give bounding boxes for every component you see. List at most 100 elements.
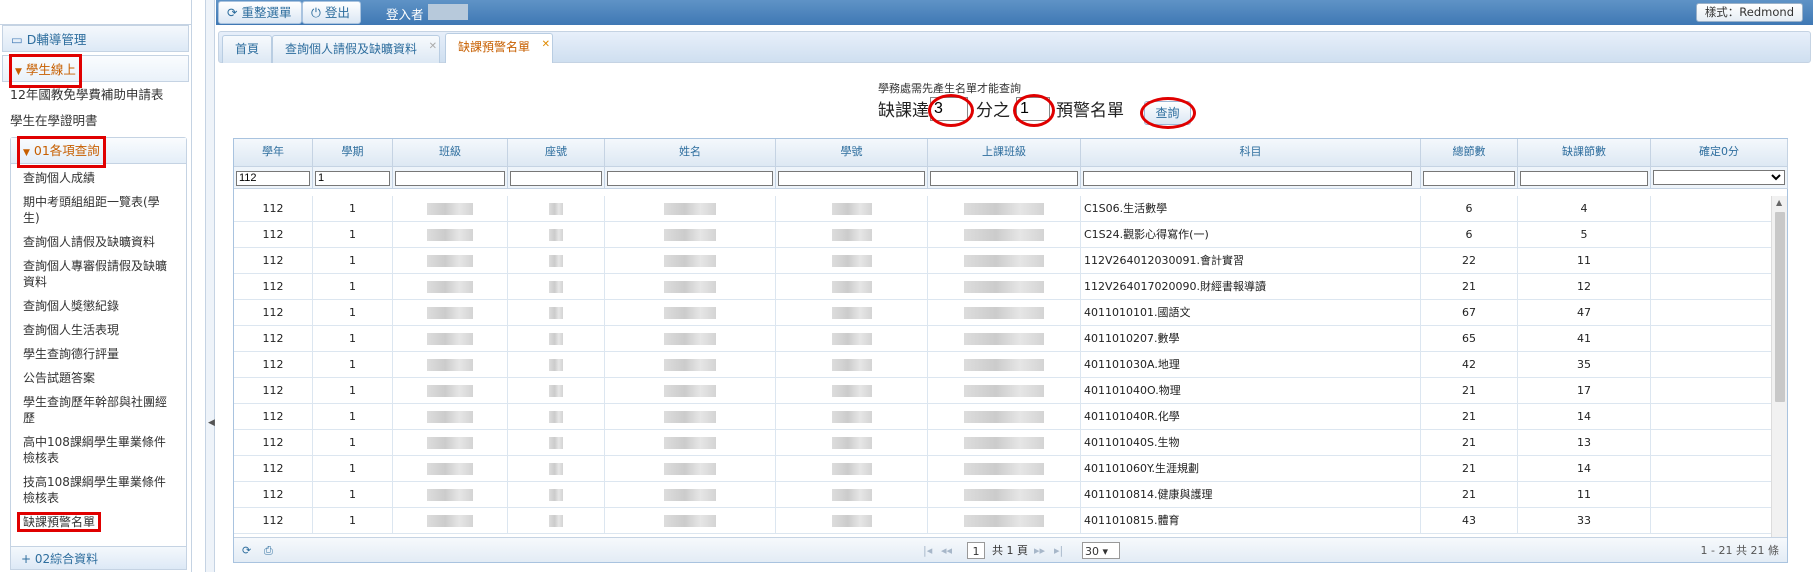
tab-leave-records-label: 查詢個人請假及缺曠資料	[285, 42, 418, 56]
scroll-thumb[interactable]	[1775, 212, 1785, 402]
tab-leave-records[interactable]: 查詢個人請假及缺曠資料 ✕	[272, 34, 441, 63]
cell-name	[605, 508, 776, 534]
page-size-select[interactable]: 30 ▾	[1082, 542, 1120, 559]
filter-name-input[interactable]	[607, 170, 773, 186]
sidebar-submenu-item[interactable]: 學生查詢歷年幹部與社團經歷	[11, 390, 186, 430]
cell-class	[393, 378, 508, 404]
cell-name	[605, 352, 776, 378]
filter-zero-score-select[interactable]	[1653, 170, 1785, 185]
column-header-course-class[interactable]: 上課班級	[928, 139, 1081, 167]
grid-header: 學年 學期 班級 座號 姓名 學號 上課班級 科目 總節數 缺課節數 確定0分	[234, 139, 1788, 167]
style-selector[interactable]: 樣式：Redmond	[1695, 3, 1803, 22]
highlight-circle	[928, 94, 974, 127]
sidebar-submenu-item[interactable]: 公告試題答案	[11, 366, 186, 390]
reset-menu-button[interactable]: ⟳ 重整選單	[218, 1, 303, 24]
redacted-value	[964, 281, 1044, 293]
table-row[interactable]: 112 1 401101030A.地理 42 35	[234, 352, 1771, 378]
next-page-icon[interactable]: ▸▸	[1034, 542, 1045, 559]
cell-student-id	[776, 404, 928, 430]
column-header-student-id[interactable]: 學號	[776, 139, 928, 167]
sidebar-submenu-item[interactable]: 期中考頭組組距一覽表(學生)	[11, 190, 186, 230]
table-row[interactable]: 112 1 112V264012030091.會計實習 22 11	[234, 248, 1771, 274]
table-row[interactable]: 112 1 C1S06.生活數學 6 4	[234, 196, 1771, 222]
filter-seat-input[interactable]	[510, 170, 602, 186]
cell-class	[393, 352, 508, 378]
close-icon[interactable]: ✕	[542, 32, 550, 58]
tab-absence-warning[interactable]: 缺課預警名單 ✕	[445, 32, 554, 63]
filter-course-class-input[interactable]	[930, 170, 1078, 186]
column-header-class[interactable]: 班級	[393, 139, 508, 167]
cell-student-id	[776, 300, 928, 326]
sidebar-submenu-header[interactable]: ▼ 01各項查詢	[11, 136, 186, 168]
sidebar-submenu-item[interactable]: 技高108課綱學生畢業條件檢核表	[11, 470, 186, 510]
cell-student-id	[776, 274, 928, 300]
table-row[interactable]: 112 1 4011010815.體育 43 33	[234, 508, 1771, 534]
sidebar-splitter[interactable]: ◀	[205, 0, 215, 572]
sidebar-submenu-item[interactable]: 查詢個人成績	[11, 164, 186, 190]
table-row[interactable]: 112 1 C1S24.觀影心得寫作(一) 6 5	[234, 222, 1771, 248]
filter-semester-input[interactable]	[315, 170, 390, 186]
sidebar-item-enrollment[interactable]: 學生在學證明書	[0, 108, 191, 134]
redacted-value	[664, 229, 716, 241]
filter-total-input[interactable]	[1423, 170, 1515, 186]
column-header-semester[interactable]: 學期	[313, 139, 393, 167]
sidebar-submenu-item[interactable]: 查詢個人專審假請假及缺曠資料	[11, 254, 186, 294]
tab-home[interactable]: 首頁	[222, 35, 273, 63]
cell-zero-score	[1651, 352, 1771, 378]
table-row[interactable]: 112 1 401101040O.物理 21 17	[234, 378, 1771, 404]
column-header-total-periods[interactable]: 總節數	[1421, 139, 1518, 167]
column-header-year[interactable]: 學年	[234, 139, 313, 167]
print-icon[interactable]: ⎙	[264, 542, 273, 559]
cell-absent: 41	[1518, 326, 1651, 352]
table-row[interactable]: 112 1 112V264017020090.財經書報導讀 21 12	[234, 274, 1771, 300]
column-header-seat[interactable]: 座號	[508, 139, 605, 167]
filter-student-id-input[interactable]	[778, 170, 925, 186]
logout-button[interactable]: ⏻ 登出	[302, 1, 361, 24]
table-row[interactable]: 112 1 401101040S.生物 21 13	[234, 430, 1771, 456]
cell-class	[393, 274, 508, 300]
redacted-value	[427, 203, 473, 215]
sidebar-submenu-item-absence-warning[interactable]: 缺課預警名單	[11, 510, 186, 534]
table-row[interactable]: 112 1 401101060Y.生涯規劃 21 14	[234, 456, 1771, 482]
prev-page-icon[interactable]: ◂◂	[941, 542, 952, 559]
grid-scrollbar[interactable]: ▲	[1771, 196, 1787, 538]
filter-absent-input[interactable]	[1520, 170, 1648, 186]
sidebar-submenu-item[interactable]: 查詢個人請假及缺曠資料	[11, 230, 186, 254]
cell-total: 21	[1421, 404, 1518, 430]
filter-year-input[interactable]	[236, 170, 310, 186]
column-header-absent-periods[interactable]: 缺課節數	[1518, 139, 1651, 167]
close-icon[interactable]: ✕	[429, 34, 437, 60]
sidebar-item-subsidy[interactable]: 12年國教免學費補助申請表	[0, 82, 191, 108]
column-header-subject[interactable]: 科目	[1081, 139, 1421, 167]
cell-subject: 4011010814.健康與護理	[1081, 482, 1421, 508]
cell-absent: 14	[1518, 456, 1651, 482]
column-header-zero-score[interactable]: 確定0分	[1651, 139, 1788, 167]
table-row[interactable]: 112 1 401101040R.化學 21 14	[234, 404, 1771, 430]
page-number-input[interactable]: 1	[967, 542, 985, 559]
scroll-up-icon[interactable]: ▲	[1776, 198, 1782, 207]
sidebar: ▭ D輔導管理 ▼ 學生線上 12年國教免學費補助申請表 學生在學證明書 ▼ 0…	[0, 0, 192, 572]
filter-class-input[interactable]	[395, 170, 505, 186]
table-row[interactable]: 112 1 4011010207.數學 65 41	[234, 326, 1771, 352]
sidebar-section-counsel[interactable]: ▭ D輔導管理	[2, 25, 189, 52]
column-header-name[interactable]: 姓名	[605, 139, 776, 167]
refresh-icon[interactable]: ⟳	[242, 542, 251, 559]
redacted-value	[427, 489, 473, 501]
sidebar-submenu-item[interactable]: 學生查詢德行評量	[11, 342, 186, 366]
cell-semester: 1	[313, 300, 393, 326]
last-page-icon[interactable]: ▸|	[1054, 542, 1063, 559]
table-row[interactable]: 112 1 4011010101.國語文 67 47	[234, 300, 1771, 326]
collapse-arrow-icon[interactable]: ◀	[208, 418, 215, 428]
cell-zero-score	[1651, 378, 1771, 404]
cell-course-class	[928, 378, 1081, 404]
sidebar-submenu-item[interactable]: 查詢個人獎懲紀錄	[11, 294, 186, 318]
sidebar-section-student-online[interactable]: ▼ 學生線上	[2, 54, 189, 88]
cell-course-class	[928, 456, 1081, 482]
sidebar-submenu-item[interactable]: 查詢個人生活表現	[11, 318, 186, 342]
sidebar-submenu-item[interactable]: 高中108課綱學生畢業條件檢核表	[11, 430, 186, 470]
sidebar-section-integrated[interactable]: + 02綜合資料	[10, 546, 187, 570]
table-row[interactable]: 112 1 4011010814.健康與護理 21 11	[234, 482, 1771, 508]
redacted-value	[549, 359, 563, 371]
filter-subject-input[interactable]	[1083, 170, 1412, 186]
first-page-icon[interactable]: |◂	[923, 542, 932, 559]
